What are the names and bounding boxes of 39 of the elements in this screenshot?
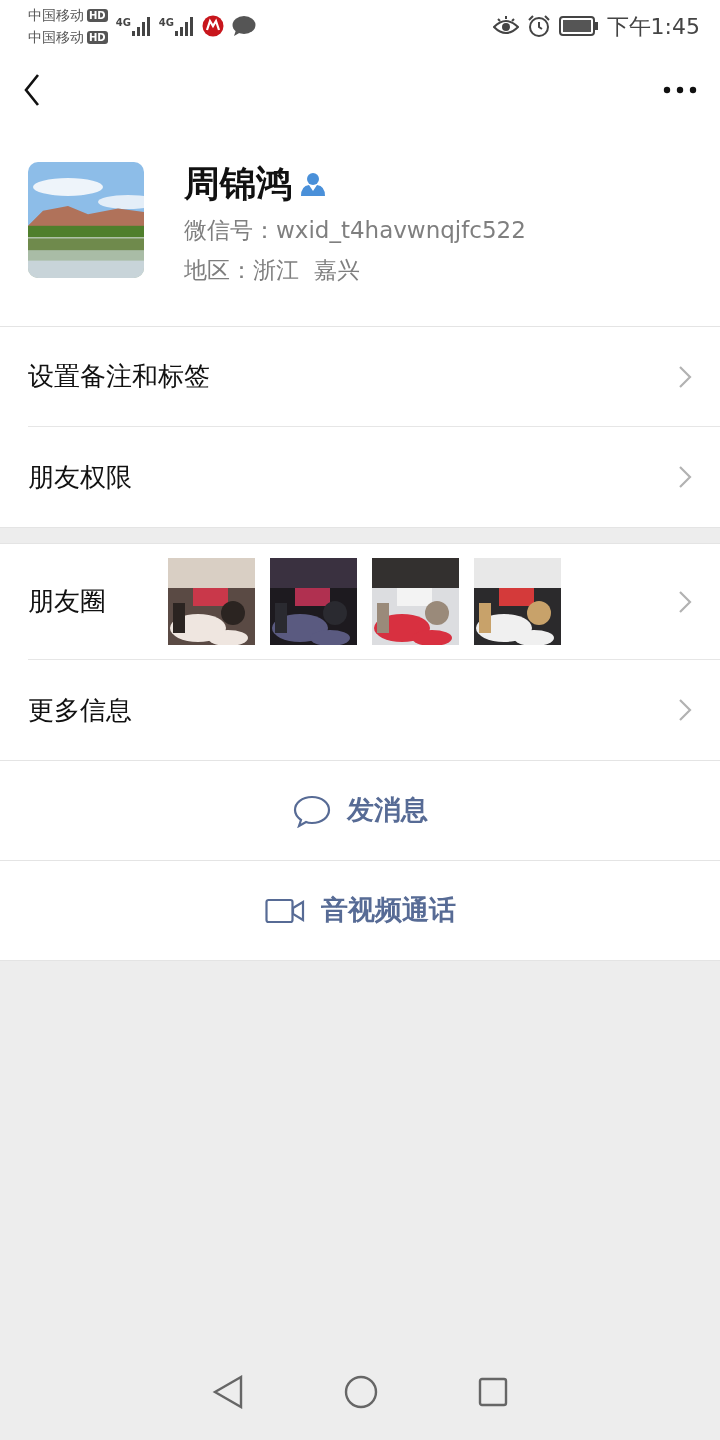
home-circle-icon[interactable] [344, 1375, 378, 1409]
network-label: 4G [158, 16, 174, 30]
action-button[interactable]: 音视频通话 [0, 861, 720, 961]
hd-badge: HD [87, 30, 108, 44]
person-icon [300, 171, 326, 197]
back-icon[interactable] [22, 73, 42, 107]
signal-icon [130, 15, 151, 37]
chevron-right-icon [678, 698, 692, 722]
wechat-id: 微信号：wxid_t4havwnqjfc522 [184, 216, 526, 245]
carrier-name: 中国移动 [28, 6, 84, 25]
chevron-right-icon [678, 465, 692, 489]
carrier-name: 中国移动 [28, 28, 84, 47]
signal-icon [174, 15, 194, 37]
list-item[interactable]: 朋友权限 [28, 427, 720, 527]
item-label: 更多信息 [28, 693, 132, 727]
hd-badge: HD [87, 8, 108, 22]
video-camera-icon [264, 897, 305, 924]
chevron-right-icon [678, 589, 692, 614]
chat-bubble-icon [232, 15, 256, 37]
network-label: 4G [115, 16, 131, 30]
chat-bubble-icon [292, 793, 331, 828]
chevron-right-icon [678, 364, 692, 389]
action-button[interactable]: 发消息 [0, 761, 720, 861]
back-triangle-icon[interactable] [212, 1375, 244, 1409]
eye-icon [492, 15, 519, 37]
list-item[interactable]: 朋友圈 [28, 544, 720, 660]
region-text: 地区：浙江 嘉兴 [184, 256, 361, 285]
alarm-icon [526, 14, 551, 38]
list-item[interactable]: 设置备注和标签 [28, 327, 720, 427]
list-item[interactable]: 更多信息 [28, 660, 720, 760]
more-icon[interactable] [662, 85, 698, 95]
item-label: 设置备注和标签 [28, 360, 210, 393]
recent-square-icon[interactable] [478, 1377, 508, 1407]
battery-icon [558, 15, 599, 37]
app-logo-icon [202, 15, 224, 37]
clock-time: 下午1:45 [606, 12, 700, 41]
contact-name: 周锦鸿 [184, 162, 292, 206]
item-label: 朋友权限 [28, 460, 132, 494]
item-label: 朋友圈 [28, 585, 106, 618]
